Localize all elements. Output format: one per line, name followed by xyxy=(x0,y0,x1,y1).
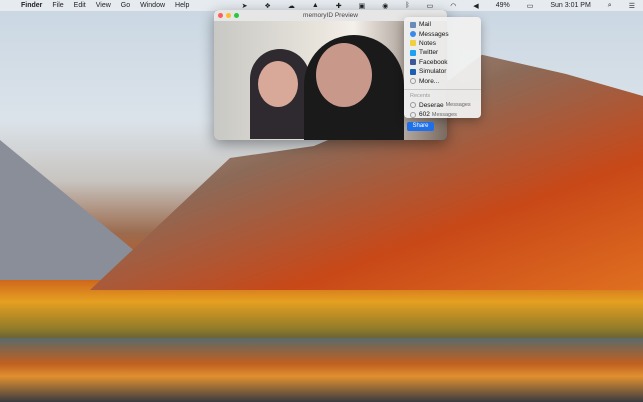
share-item-notes[interactable]: Notes xyxy=(404,39,481,48)
location-icon[interactable]: ➤ xyxy=(242,2,248,10)
recent-item[interactable]: 602 Messages xyxy=(404,110,481,119)
message-bubble-icon xyxy=(410,111,416,118)
mail-icon xyxy=(410,21,416,28)
menu-go[interactable]: Go xyxy=(121,2,130,9)
menu-window[interactable]: Window xyxy=(140,2,165,9)
recent-app: Messages xyxy=(431,111,457,118)
recents-header: Recents xyxy=(410,92,431,99)
notification-center-icon[interactable]: ☰ xyxy=(629,2,635,10)
twitter-icon xyxy=(410,49,416,56)
label: Mail xyxy=(419,21,431,29)
menu-finder[interactable]: Finder xyxy=(21,2,42,9)
dropbox-icon[interactable]: ❖ xyxy=(265,2,271,10)
label: Twitter xyxy=(419,49,439,57)
facebook-icon xyxy=(410,59,416,66)
share-item-more[interactable]: More... xyxy=(404,76,481,85)
label: Facebook xyxy=(419,58,448,66)
camera-icon[interactable]: ▣ xyxy=(359,2,366,10)
label: Notes xyxy=(419,39,436,47)
divider xyxy=(404,88,481,90)
menu-file[interactable]: File xyxy=(52,2,63,9)
share-button[interactable]: Share xyxy=(407,122,434,131)
simulator-icon xyxy=(410,68,416,75)
recent-app: Messages xyxy=(445,102,471,109)
notes-icon xyxy=(410,40,416,47)
label: Messages xyxy=(419,30,449,38)
minimize-button[interactable] xyxy=(226,13,231,18)
gamepad-icon[interactable]: ✚ xyxy=(336,2,342,10)
more-icon xyxy=(410,78,416,85)
wallpaper-lake xyxy=(0,338,643,402)
recent-name: 602 xyxy=(419,111,430,119)
bluetooth-icon[interactable]: ᛒ xyxy=(405,2,409,9)
airplay-icon[interactable]: ▭ xyxy=(427,2,434,10)
drive-icon[interactable]: ▲ xyxy=(312,2,319,9)
spotlight-icon[interactable]: ⌕ xyxy=(608,2,612,10)
menu-help[interactable]: Help xyxy=(175,2,189,9)
cloud-icon[interactable]: ☁ xyxy=(288,2,295,10)
recent-name: Deserae xyxy=(419,101,444,109)
clock[interactable]: Sun 3:01 PM xyxy=(550,2,590,9)
recent-item[interactable]: Deserae Messages xyxy=(404,101,481,110)
share-item-twitter[interactable]: Twitter xyxy=(404,48,481,57)
share-item-mail[interactable]: Mail xyxy=(404,20,481,29)
wifi-icon[interactable]: ◠ xyxy=(450,2,456,10)
share-item-messages[interactable]: Messages xyxy=(404,29,481,38)
share-menu: Mail Messages Notes Twitter Facebook Sim… xyxy=(404,17,481,118)
label: More... xyxy=(419,77,440,85)
share-item-simulator[interactable]: Simulator xyxy=(404,67,481,76)
battery-percent[interactable]: 49% xyxy=(496,2,510,9)
share-item-facebook[interactable]: Facebook xyxy=(404,58,481,67)
menu-view[interactable]: View xyxy=(96,2,111,9)
messages-icon xyxy=(410,31,416,38)
close-button[interactable] xyxy=(218,13,223,18)
label: Simulator xyxy=(419,68,447,76)
volume-icon[interactable]: ◀ xyxy=(473,2,478,10)
zoom-button[interactable] xyxy=(234,13,239,18)
battery-icon: ▭ xyxy=(526,2,534,10)
eye-icon[interactable]: ◉ xyxy=(382,2,388,10)
message-bubble-icon xyxy=(410,102,416,109)
window-title: memoryID Preview xyxy=(303,12,358,19)
menu-edit[interactable]: Edit xyxy=(74,2,86,9)
